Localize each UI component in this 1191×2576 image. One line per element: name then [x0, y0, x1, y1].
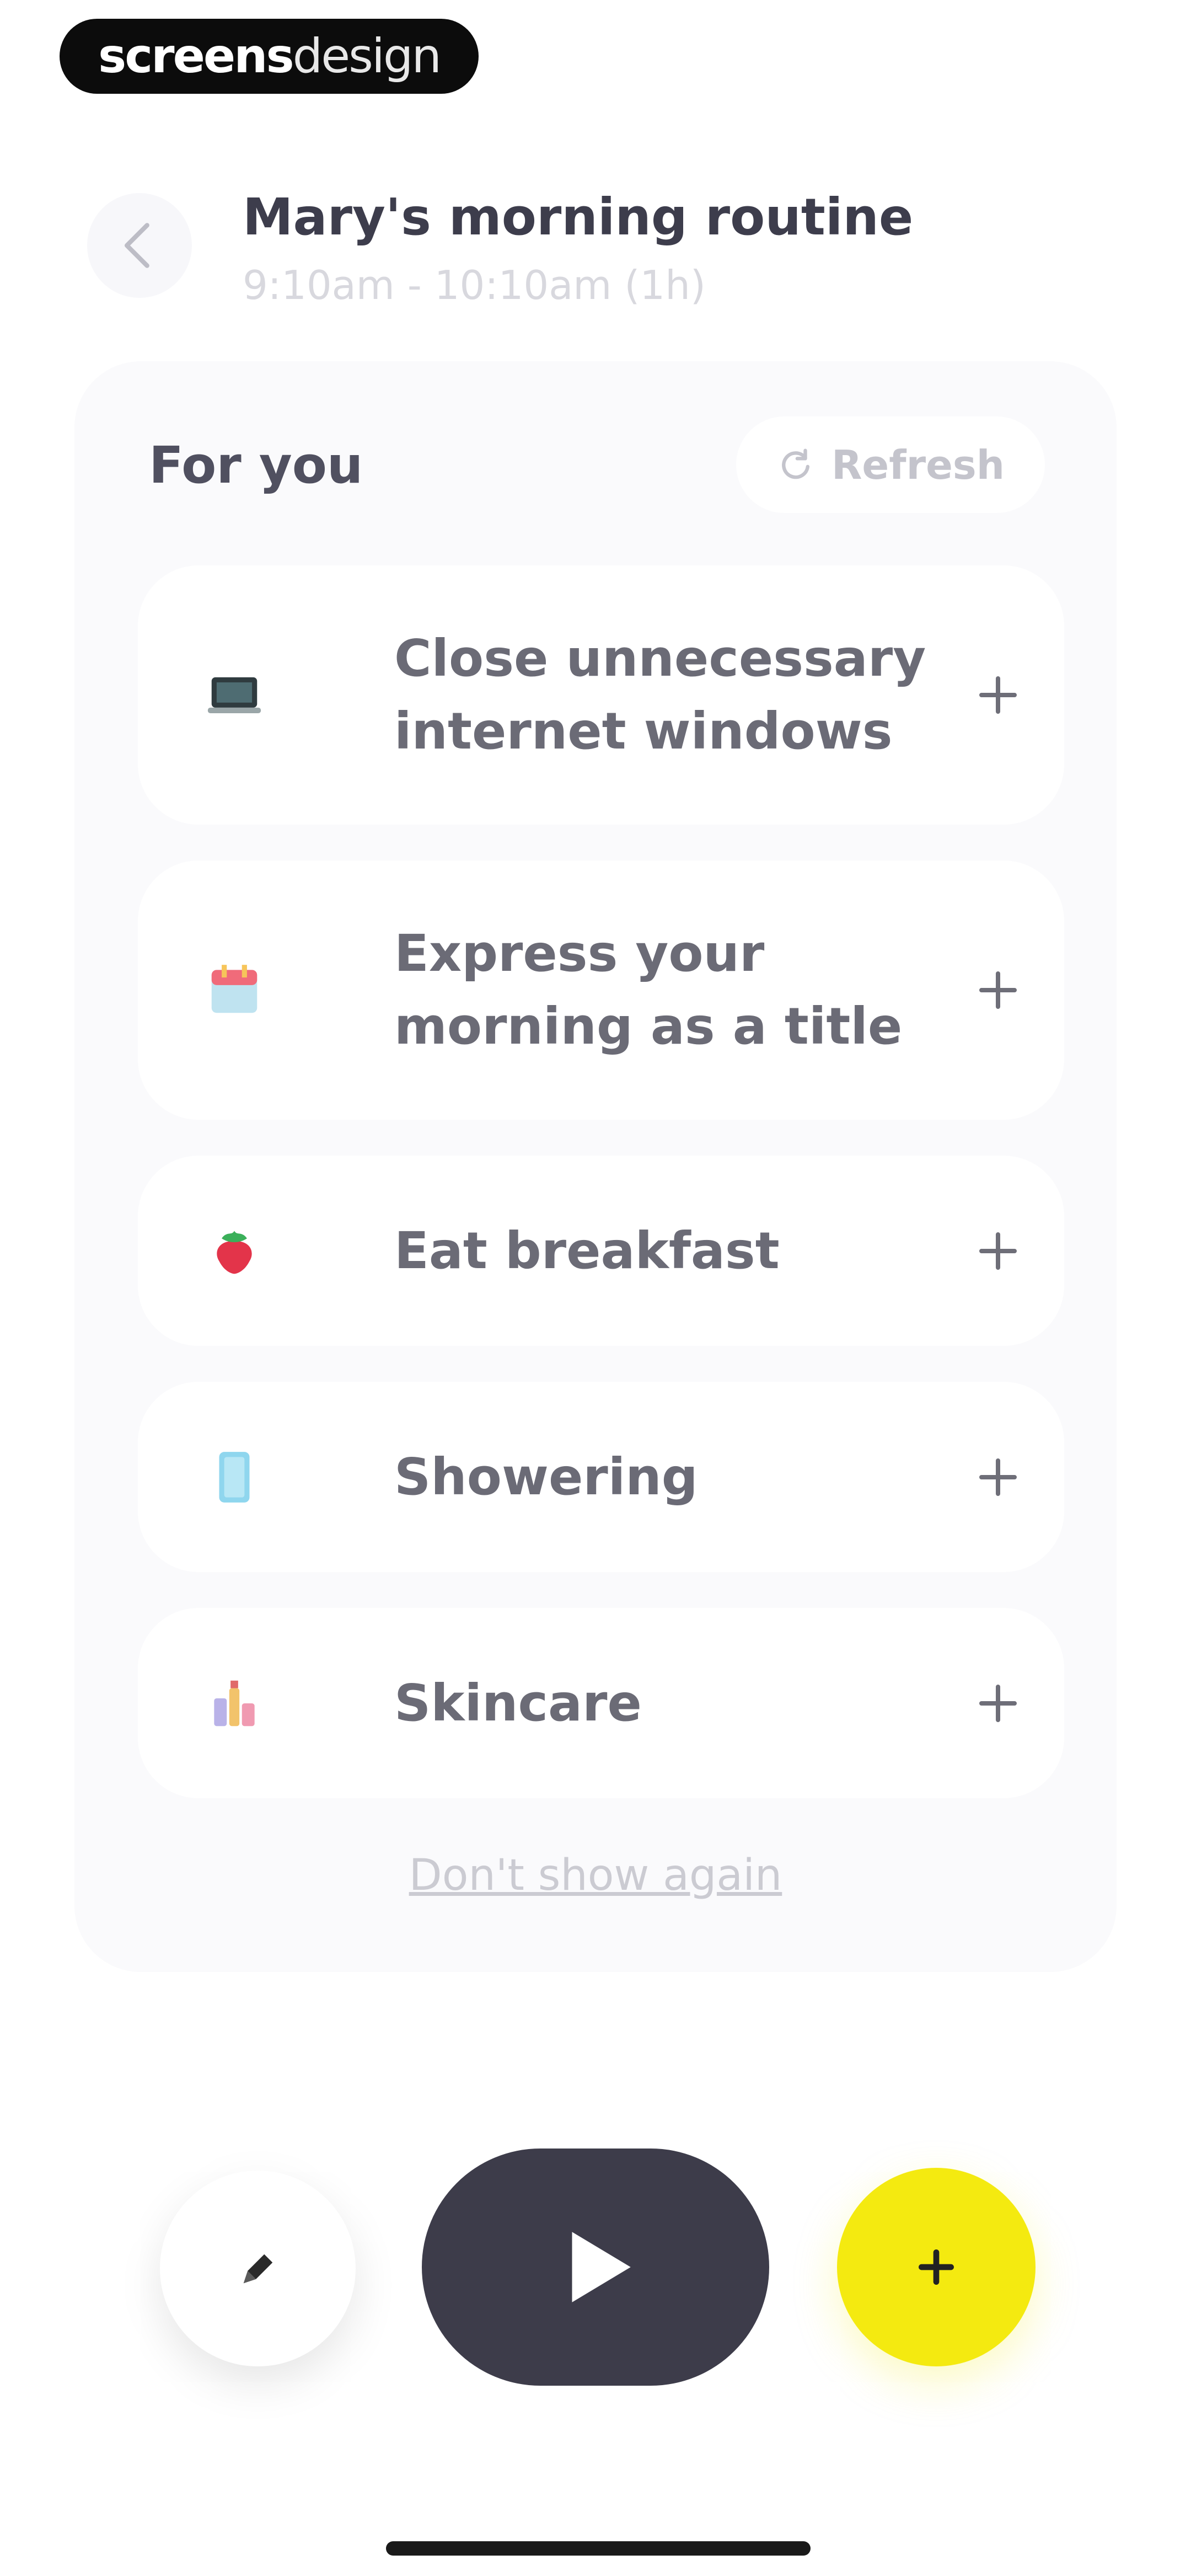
calendar-icon	[211, 965, 257, 1013]
plus-icon	[979, 1232, 1017, 1270]
suggestion-card-eat-breakfast[interactable]: Eat breakfast	[138, 1156, 1064, 1346]
refresh-button[interactable]: Refresh	[736, 416, 1045, 513]
for-you-panel: For you Refresh Close unnecessary intern…	[74, 361, 1117, 1972]
watermark-bold-text: screens	[98, 29, 294, 84]
watermark-badge: screens design	[60, 19, 479, 94]
add-suggestion-button[interactable]	[970, 667, 1026, 723]
plus-icon	[979, 676, 1017, 714]
add-suggestion-button[interactable]	[970, 1676, 1026, 1731]
suggestion-card-express-morning[interactable]: Express your morning as a title	[138, 861, 1064, 1120]
play-button[interactable]	[422, 2149, 769, 2386]
back-button[interactable]	[87, 193, 192, 298]
dont-show-again-link[interactable]: Don't show again	[74, 1851, 1117, 1900]
add-task-button[interactable]	[837, 2168, 1036, 2366]
suggestion-card-skincare[interactable]: Skincare	[138, 1608, 1064, 1798]
watermark-thin-text: design	[292, 29, 442, 84]
edit-button[interactable]	[160, 2171, 356, 2366]
home-indicator	[386, 2541, 811, 2556]
strawberry-icon	[217, 1230, 252, 1274]
suggestion-label: Close unnecessary internet windows	[394, 629, 926, 761]
plus-icon	[979, 971, 1017, 1009]
plus-icon	[979, 1684, 1017, 1722]
suggestion-label: Express your morning as a title	[394, 924, 903, 1056]
panel-heading: For you	[149, 436, 363, 495]
skincare-icon	[214, 1680, 255, 1726]
suggestion-label: Showering	[394, 1447, 698, 1506]
add-suggestion-button[interactable]	[970, 1450, 1026, 1505]
laptop-icon	[207, 677, 261, 713]
chevron-left-icon	[124, 223, 149, 268]
refresh-icon	[782, 448, 810, 479]
routine-time-range: 9:10am - 10:10am (1h)	[243, 262, 706, 308]
play-icon	[572, 2232, 631, 2302]
shower-icon	[219, 1451, 250, 1503]
plus-icon	[979, 1458, 1017, 1496]
suggestion-label: Skincare	[394, 1673, 642, 1733]
suggestion-label: Eat breakfast	[394, 1221, 780, 1280]
pencil-icon	[243, 2254, 272, 2283]
page-title: Mary's morning routine	[243, 188, 914, 247]
suggestion-card-showering[interactable]: Showering	[138, 1382, 1064, 1572]
plus-icon	[919, 2249, 954, 2285]
add-suggestion-button[interactable]	[970, 1223, 1026, 1279]
refresh-label: Refresh	[831, 441, 1005, 488]
suggestion-card-close-windows[interactable]: Close unnecessary internet windows	[138, 565, 1064, 825]
add-suggestion-button[interactable]	[970, 963, 1026, 1018]
